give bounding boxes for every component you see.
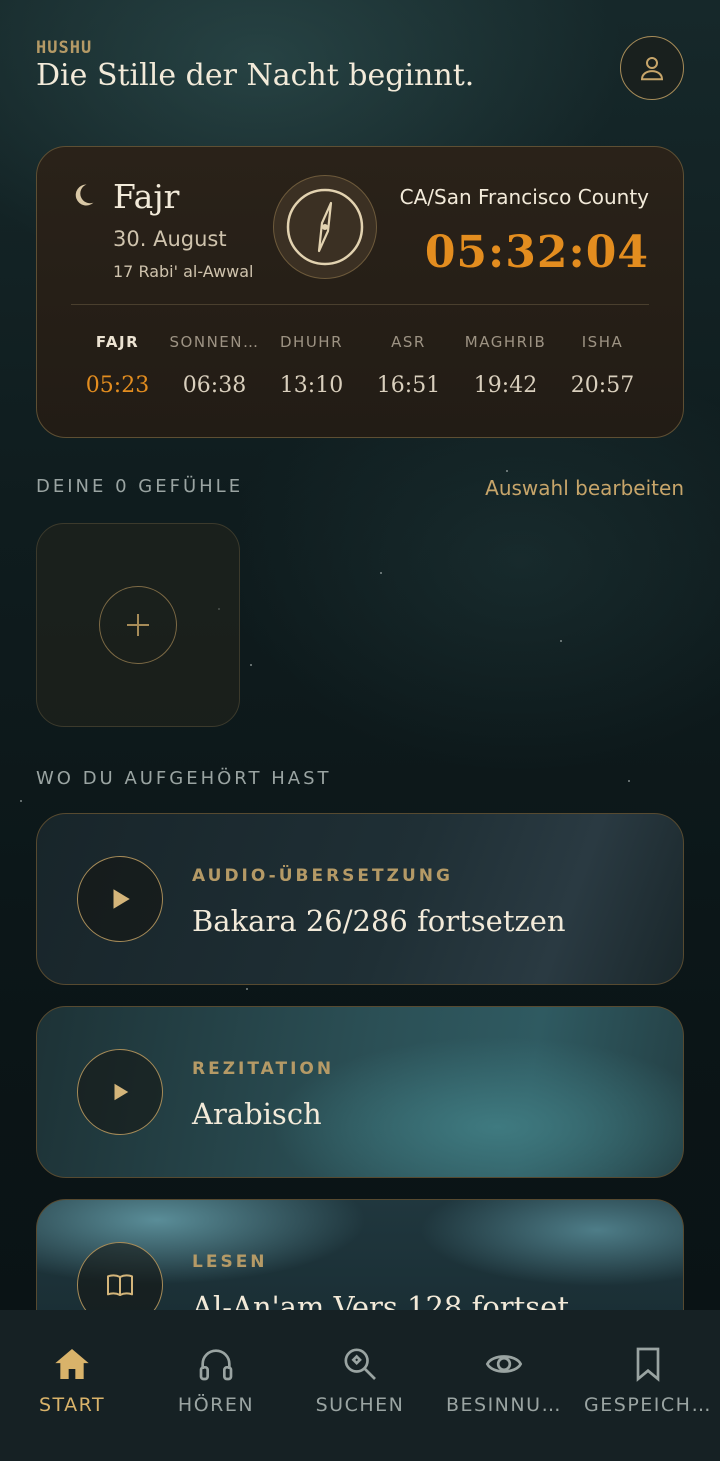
nav-listen[interactable]: HÖREN	[144, 1310, 288, 1461]
plus-icon	[127, 614, 149, 636]
prayer-time-name: DHUHR	[279, 333, 343, 351]
nav-label: GESPEICH…	[584, 1394, 712, 1416]
continue-card-audio-translation[interactable]: AUDIO-ÜBERSETZUNG Bakara 26/286 fortsetz…	[36, 813, 684, 985]
divider	[71, 304, 649, 305]
nav-reflection[interactable]: BESINNU…	[432, 1310, 576, 1461]
nav-label: BESINNU…	[445, 1394, 563, 1416]
card-kicker: LESEN	[192, 1252, 268, 1272]
prayer-time-name: FAJR	[95, 333, 140, 351]
card-title: Bakara 26/286 fortsetzen	[192, 904, 566, 938]
edit-selection-link[interactable]: Auswahl bearbeiten	[485, 476, 684, 500]
bookmark-icon	[636, 1347, 660, 1382]
compass-icon	[286, 188, 364, 266]
nav-start[interactable]: START	[0, 1310, 144, 1461]
prayer-time-name: ISHA	[581, 333, 624, 351]
prayer-time-fajr: FAJR 05:23	[69, 333, 166, 398]
nav-saved[interactable]: GESPEICH…	[576, 1310, 720, 1461]
profile-button[interactable]	[620, 36, 684, 100]
prayer-times-row: FAJR 05:23 SONNEN… 06:38 DHUHR 13:10 ASR…	[69, 333, 651, 398]
page-headline: Die Stille der Nacht beginnt.	[36, 58, 475, 93]
nav-label: SUCHEN	[315, 1394, 405, 1416]
play-icon	[113, 889, 130, 909]
prayer-time-sunrise: SONNEN… 06:38	[166, 333, 263, 398]
nav-label: START	[38, 1394, 106, 1416]
prayer-time-value: 06:38	[182, 373, 247, 398]
prayer-time-value: 13:10	[279, 373, 344, 398]
play-button[interactable]	[77, 1049, 163, 1135]
search-icon	[344, 1348, 376, 1380]
continue-section-label: WO DU AUFGEHÖRT HAST	[36, 768, 332, 789]
prayer-time-value: 19:42	[473, 373, 538, 398]
feelings-section-label: DEINE 0 GEFÜHLE	[36, 476, 244, 497]
gregorian-date: 30. August	[113, 227, 227, 251]
prayer-times-card[interactable]: Fajr 30. August 17 Rabi' al-Awwal CA/San…	[36, 146, 684, 438]
prayer-time-maghrib: MAGHRIB 19:42	[457, 333, 554, 398]
countdown-timer: 05:32:04	[424, 227, 649, 278]
continue-card-recitation[interactable]: REZITATION Arabisch	[36, 1006, 684, 1178]
card-kicker: REZITATION	[192, 1059, 335, 1079]
prayer-time-asr: ASR 16:51	[360, 333, 457, 398]
add-feeling-button[interactable]	[99, 586, 177, 664]
play-icon	[114, 1083, 129, 1101]
prayer-time-value: 05:23	[85, 373, 150, 398]
home-icon	[55, 1349, 89, 1379]
hijri-date: 17 Rabi' al-Awwal	[113, 262, 254, 281]
eye-icon	[485, 1355, 523, 1373]
prayer-time-value: 20:57	[570, 373, 635, 398]
nav-label: HÖREN	[177, 1394, 255, 1416]
location-label[interactable]: CA/San Francisco County	[400, 185, 649, 209]
bottom-navigation: START HÖREN SUCHEN BESINNU… GESPEICH…	[0, 1310, 720, 1461]
moon-icon	[75, 184, 94, 206]
user-icon	[640, 57, 664, 81]
prayer-time-name: ASR	[391, 333, 426, 351]
card-title: Arabisch	[192, 1097, 322, 1131]
card-kicker: AUDIO-ÜBERSETZUNG	[192, 866, 453, 886]
headphones-icon	[199, 1349, 233, 1381]
prayer-time-dhuhr: DHUHR 13:10	[263, 333, 360, 398]
prayer-time-name: SONNEN…	[169, 333, 260, 351]
prayer-time-isha: ISHA 20:57	[554, 333, 651, 398]
book-icon	[107, 1274, 133, 1296]
app-logo: HUSHU	[36, 38, 93, 58]
add-feeling-tile[interactable]	[36, 523, 240, 727]
prayer-time-value: 16:51	[376, 373, 441, 398]
prayer-time-name: MAGHRIB	[464, 333, 547, 351]
play-button[interactable]	[77, 856, 163, 942]
qibla-compass-button[interactable]	[273, 175, 377, 279]
nav-search[interactable]: SUCHEN	[288, 1310, 432, 1461]
current-prayer-name: Fajr	[113, 177, 180, 216]
